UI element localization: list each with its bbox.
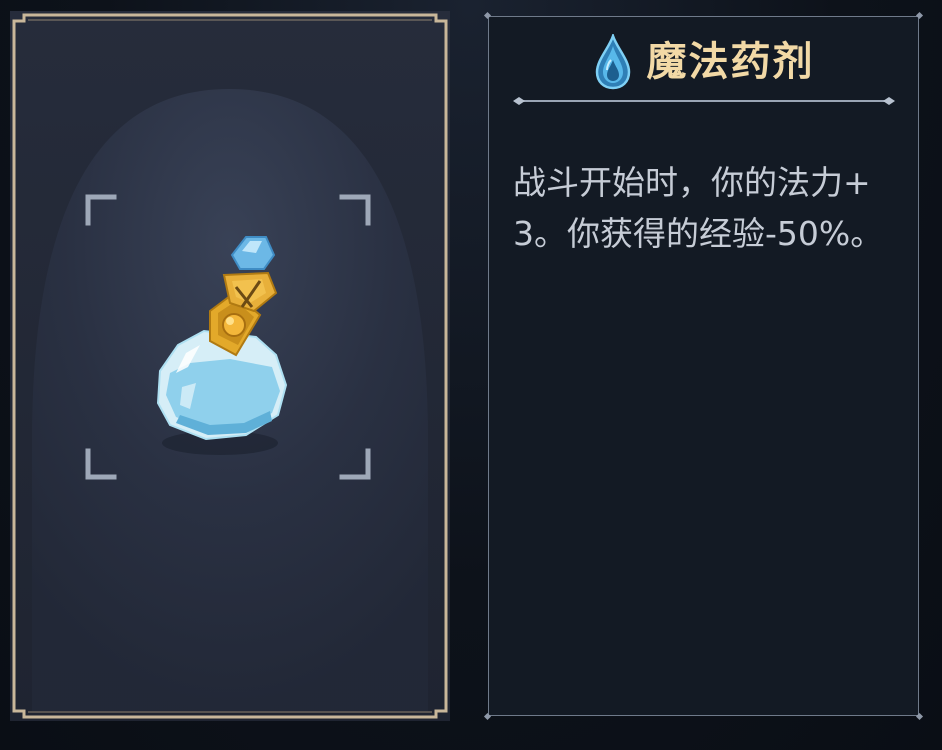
panel-corner-top-left bbox=[483, 11, 492, 20]
item-title-row: 魔法药剂 bbox=[489, 29, 918, 95]
item-description: 战斗开始时，你的法力+3。你获得的经验-50%。 bbox=[513, 163, 884, 253]
item-card-frame bbox=[10, 11, 450, 721]
item-title: 魔法药剂 bbox=[646, 39, 815, 85]
game-screen: 魔法药剂 战斗开始时，你的法力+3。你获得的经验-50%。 bbox=[0, 0, 942, 750]
panel-corner-bottom-right bbox=[915, 712, 924, 721]
item-description-panel: 魔法药剂 战斗开始时，你的法力+3。你获得的经验-50%。 bbox=[483, 11, 924, 721]
mana-drop-icon bbox=[595, 34, 630, 90]
title-divider bbox=[513, 97, 895, 105]
panel-corner-top-right bbox=[915, 11, 924, 20]
panel-corner-bottom-left bbox=[483, 712, 492, 721]
item-art-card bbox=[10, 11, 450, 721]
